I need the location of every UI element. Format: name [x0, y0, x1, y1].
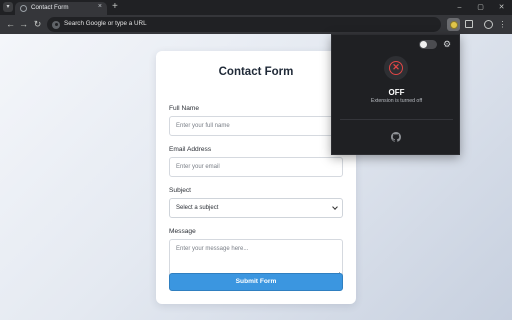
subject-select[interactable]: Select a subject — [169, 198, 343, 218]
extension-icon — [449, 20, 458, 29]
browser-menu-button[interactable]: ⋮ — [496, 18, 509, 31]
email-placeholder: Enter your email — [176, 164, 220, 170]
maximize-button[interactable]: ▢ — [470, 0, 491, 15]
google-icon — [52, 20, 60, 29]
close-window-button[interactable]: ✕ — [491, 0, 512, 15]
subject-selected-value: Select a subject — [176, 205, 219, 211]
github-icon[interactable] — [391, 132, 401, 142]
address-bar-placeholder: Search Google or type a URL — [64, 20, 147, 27]
divider — [340, 119, 453, 120]
toggle-knob — [420, 41, 427, 48]
message-placeholder: Enter your message here... — [176, 246, 249, 252]
message-label: Message — [169, 228, 196, 235]
full-name-label: Full Name — [169, 105, 200, 112]
contact-form-card: Contact Form Full Name Enter your full n… — [156, 51, 356, 304]
extensions-puzzle-icon[interactable] — [465, 20, 473, 28]
browser-toolbar: ← → ↻ Search Google or type a URL ⋮ — [0, 15, 512, 34]
tab-contact-form[interactable]: Contact Form × — [15, 2, 107, 15]
submit-button[interactable]: Submit Form — [169, 273, 343, 291]
subject-label: Subject — [169, 187, 191, 194]
gear-icon[interactable]: ⚙ — [443, 39, 451, 49]
status-label: OFF — [388, 88, 405, 97]
minimize-button[interactable]: – — [449, 0, 470, 15]
email-label: Email Address — [169, 146, 212, 153]
reload-button[interactable]: ↻ — [31, 18, 44, 31]
full-name-placeholder: Enter your full name — [176, 123, 230, 129]
back-button[interactable]: ← — [4, 18, 17, 31]
form-title: Contact Form — [218, 66, 294, 78]
email-input[interactable]: Enter your email — [169, 157, 343, 177]
tab-search-button[interactable]: ▾ — [3, 2, 13, 12]
full-name-input[interactable]: Enter your full name — [169, 116, 343, 136]
extension-popup: ⚙ ✕ OFF Extension is turned off — [331, 34, 460, 155]
extension-action-button[interactable] — [447, 18, 460, 31]
status-detail: Extension is turned off — [370, 98, 423, 104]
chevron-down-icon — [332, 204, 338, 210]
globe-icon — [20, 5, 27, 12]
extension-toggle[interactable] — [419, 40, 437, 49]
window-controls: – ▢ ✕ — [449, 0, 512, 15]
close-icon[interactable]: × — [98, 3, 102, 10]
new-tab-button[interactable]: + — [112, 1, 118, 13]
forward-button[interactable]: → — [17, 18, 30, 31]
status-indicator: ✕ — [384, 56, 408, 80]
tab-strip: ▾ Contact Form × + – ▢ ✕ — [0, 0, 512, 15]
tab-title: Contact Form — [31, 4, 69, 11]
x-circle-icon: ✕ — [389, 61, 403, 75]
profile-avatar-icon[interactable] — [484, 19, 493, 29]
address-bar[interactable]: Search Google or type a URL — [47, 17, 441, 32]
